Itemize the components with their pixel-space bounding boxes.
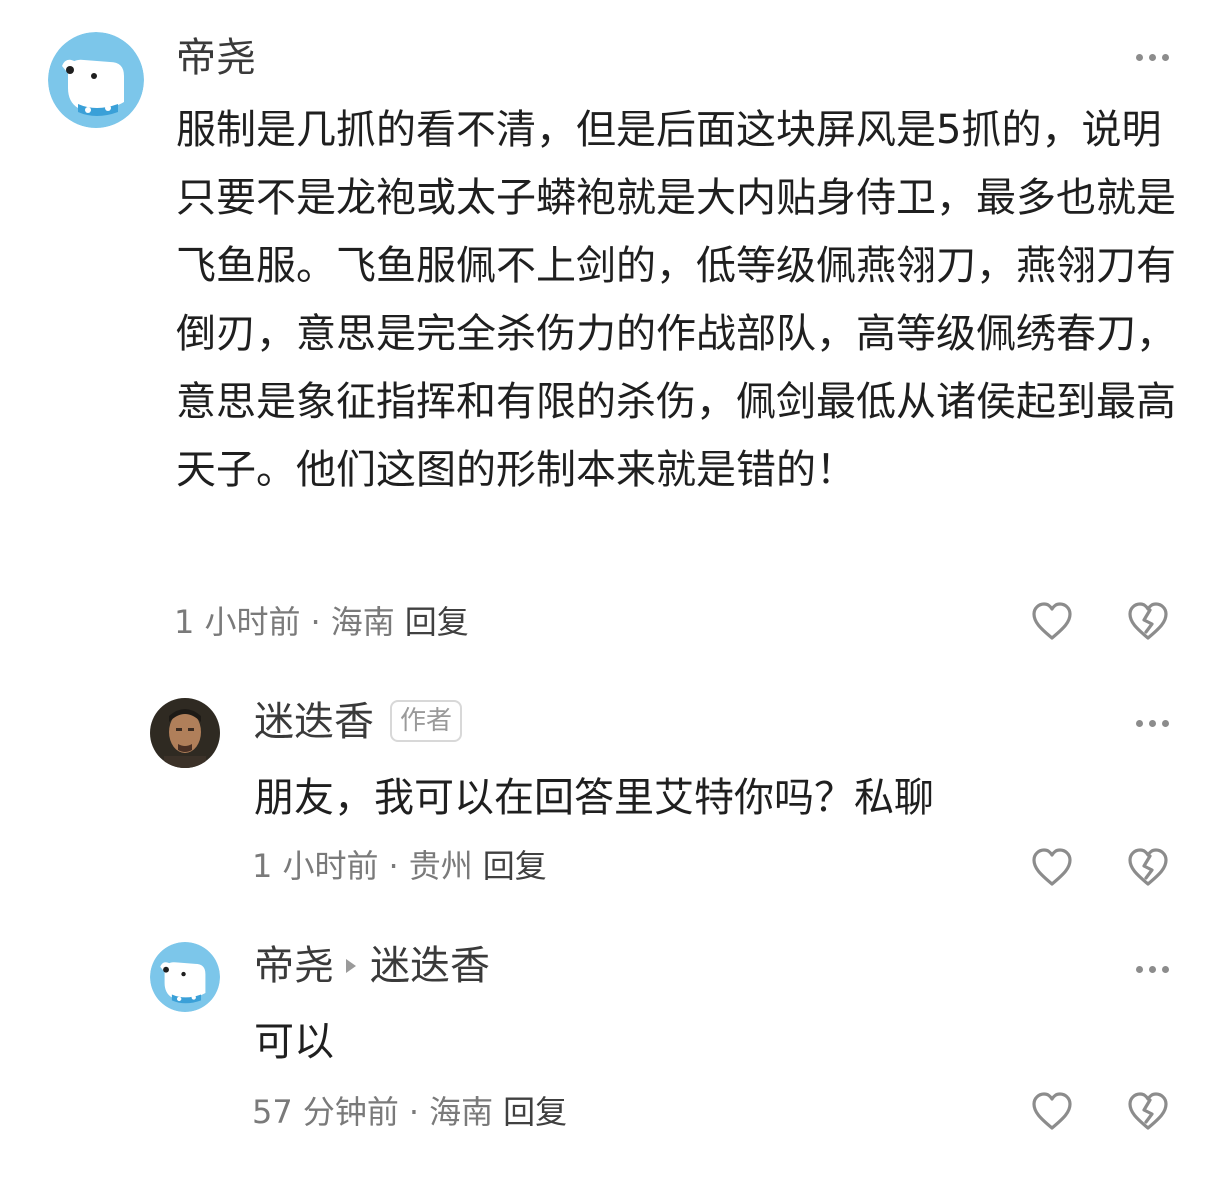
comment-time: 1 小时前	[252, 847, 379, 885]
reply-button[interactable]: 回复	[503, 1093, 567, 1131]
heart-icon[interactable]	[1030, 846, 1074, 890]
comment-meta: 1 小时前 · 海南 回复	[174, 602, 469, 642]
meta-separator: ·	[408, 1093, 420, 1131]
heart-icon[interactable]	[1030, 600, 1074, 644]
comment-author-line: 帝尧 迷迭香	[254, 942, 490, 990]
comment-author[interactable]: 帝尧	[176, 34, 256, 82]
reply-button[interactable]: 回复	[405, 603, 469, 641]
heart-icon[interactable]	[1030, 1090, 1074, 1134]
author-badge: 作者	[390, 700, 463, 742]
reply-to-author[interactable]: 迷迭香	[370, 943, 490, 989]
meta-separator: ·	[310, 603, 321, 641]
more-dots-icon[interactable]	[1136, 964, 1170, 974]
comment-location: 贵州	[408, 847, 473, 885]
comment-time: 57 分钟前	[252, 1093, 399, 1131]
comment-text: 朋友，我可以在回答里艾特你吗？私聊	[254, 775, 934, 821]
comment-author[interactable]: 帝尧	[254, 943, 334, 989]
broken-heart-icon[interactable]	[1126, 846, 1170, 890]
more-dots-icon[interactable]	[1136, 52, 1170, 62]
reply-button[interactable]: 回复	[483, 847, 547, 885]
meta-separator: ·	[388, 847, 399, 885]
broken-heart-icon[interactable]	[1126, 600, 1170, 644]
comment-author[interactable]: 迷迭香	[254, 698, 374, 746]
more-dots-icon[interactable]	[1136, 718, 1170, 728]
dog-avatar-icon	[48, 32, 144, 128]
comment-time: 1 小时前	[174, 603, 301, 641]
comment-meta: 1 小时前 · 贵州 回复	[252, 846, 547, 886]
comment-location: 海南	[429, 1093, 494, 1131]
comment-text: 服制是几抓的看不清，但是后面这块屏风是5抓的，说明只要不是龙袍或太子蟒袍就是大内…	[176, 107, 1176, 493]
dog-avatar-icon	[150, 942, 220, 1012]
broken-heart-icon[interactable]	[1126, 1090, 1170, 1134]
avatar[interactable]	[150, 698, 220, 768]
avatar[interactable]	[48, 32, 144, 128]
comment-text: 可以	[254, 1019, 334, 1065]
avatar[interactable]	[150, 942, 220, 1012]
reply-arrow-icon	[346, 959, 356, 973]
comment-meta: 57 分钟前 · 海南 回复	[252, 1092, 567, 1132]
comment-location: 海南	[330, 603, 395, 641]
photo-avatar	[150, 698, 220, 768]
